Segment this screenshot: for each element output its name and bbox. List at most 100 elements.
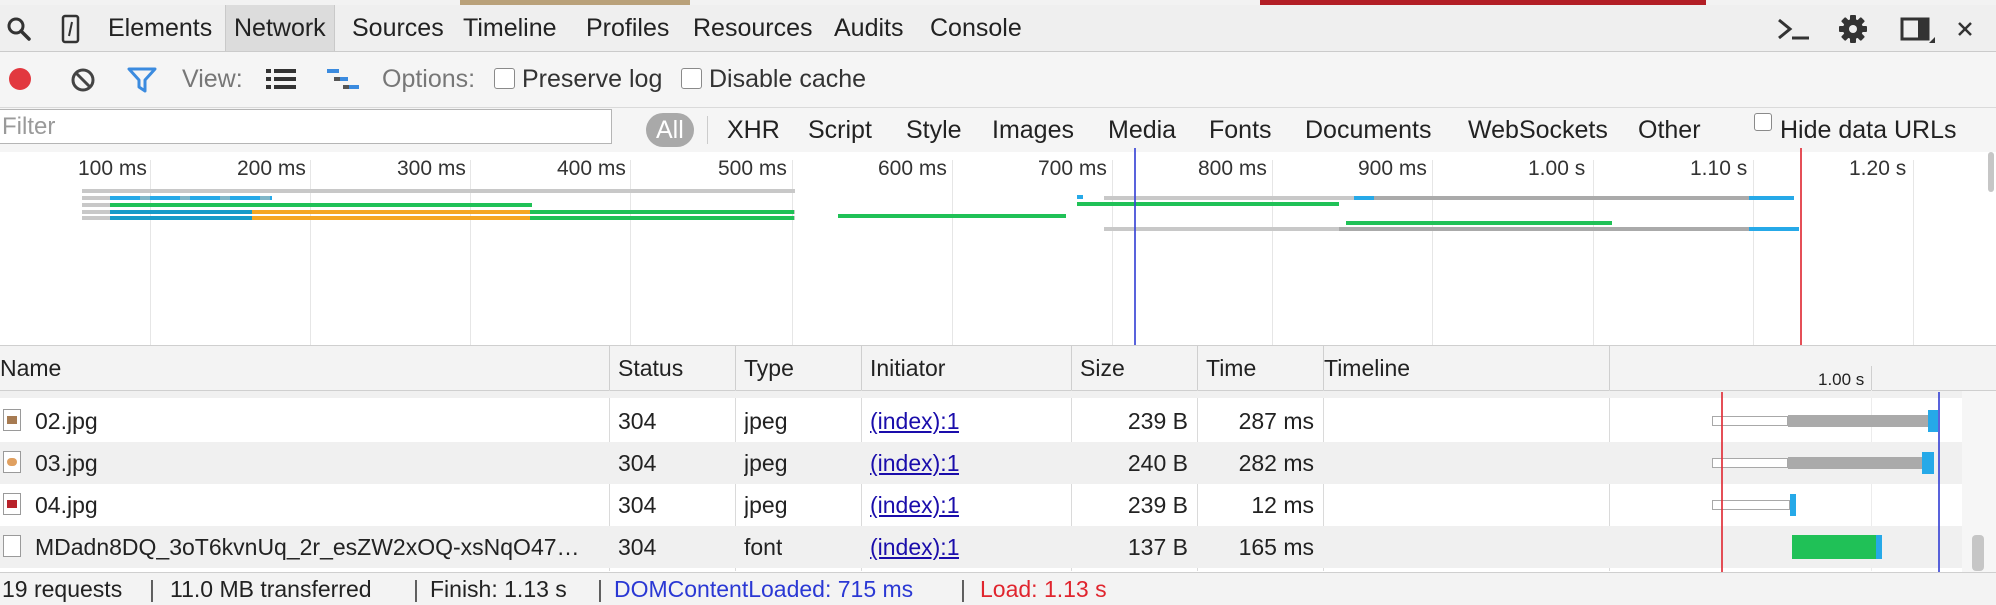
column-header-name[interactable]: Name [0,346,61,390]
filter-type-other[interactable]: Other [1638,108,1701,152]
overview-bar [110,203,532,207]
grid-line [310,160,311,345]
hide-data-urls-label[interactable]: Hide data URLs [1780,108,1956,152]
initiator-link[interactable]: (index):1 [870,408,959,434]
column-header-size[interactable]: Size [1080,346,1125,390]
filter-type-all[interactable]: All [646,113,694,147]
timeline-tick-label: 1.00 s [1818,370,1865,389]
column-divider [1609,346,1610,390]
device-mode-icon[interactable] [60,14,82,44]
disable-cache-checkbox[interactable] [681,68,702,89]
large-rows-icon[interactable] [266,68,296,90]
column-header-time[interactable]: Time [1206,346,1256,390]
tab-resources[interactable]: Resources [685,5,821,51]
dom-content-loaded-line [1938,392,1940,572]
record-icon[interactable] [8,67,32,91]
waterfall-bar [1712,416,1788,426]
filter-input[interactable] [0,109,612,144]
table-row[interactable]: 02.jpg 304 jpeg (index):1 239 B 287 ms [0,400,1996,442]
request-time: 12 ms [1251,492,1314,518]
hide-data-urls-checkbox[interactable] [1754,113,1772,131]
column-divider[interactable] [861,346,862,390]
column-header-timeline[interactable]: Timeline [1324,346,1410,390]
table-row[interactable]: 04.jpg 304 jpeg (index):1 239 B 12 ms [0,484,1996,526]
options-label: Options: [382,65,476,93]
table-scrollbar-thumb[interactable] [1972,535,1984,571]
finish-time: Finish: 1.13 s [430,576,567,602]
overview-bar [110,210,252,214]
filter-type-images[interactable]: Images [992,108,1074,152]
request-status: 304 [618,492,657,518]
filter-type-style[interactable]: Style [906,108,962,152]
gear-icon[interactable] [1838,14,1868,44]
load-event-line [1721,392,1723,572]
tab-audits[interactable]: Audits [826,5,911,51]
dom-content-loaded-time: DOMContentLoaded: 715 ms [614,576,914,602]
overview-scrollbar[interactable] [1988,152,1994,192]
request-status: 304 [618,450,657,476]
grid-line [792,160,793,345]
request-initiator[interactable]: (index):1 [870,400,959,442]
filter-type-websockets[interactable]: WebSockets [1468,108,1608,152]
waterfall-bar [1712,458,1788,468]
column-divider[interactable] [1071,346,1072,390]
network-overview[interactable]: 100 ms 200 ms 300 ms 400 ms 500 ms 600 m… [0,148,1996,346]
overview-bar [530,216,794,220]
request-initiator[interactable]: (index):1 [870,442,959,484]
request-size: 239 B [1127,492,1188,518]
waterfall-bar [1788,415,1928,427]
request-size: 137 B [1127,534,1188,560]
column-header-type[interactable]: Type [744,346,794,390]
request-name: MDadn8DQ_3oT6kvnUq_2r_esZW2xOQ-xsNqO47… [35,534,580,560]
column-header-status[interactable]: Status [618,346,683,390]
tab-sources[interactable]: Sources [344,5,452,51]
filter-type-media[interactable]: Media [1108,108,1176,152]
close-icon[interactable] [1956,20,1974,38]
overview-tick-label: 900 ms [1358,157,1427,180]
column-header-initiator[interactable]: Initiator [870,346,945,390]
dom-content-loaded-line [1134,148,1136,345]
overview-bar [82,189,795,193]
column-divider[interactable] [609,346,610,390]
console-drawer-icon[interactable] [1776,17,1812,41]
filter-type-xhr[interactable]: XHR [727,108,780,152]
disable-cache-label[interactable]: Disable cache [709,52,866,107]
overview-waterfall-icon[interactable] [327,68,359,92]
tab-console[interactable]: Console [922,5,1030,51]
column-divider[interactable] [735,346,736,390]
tab-network[interactable]: Network [225,5,335,51]
tab-elements[interactable]: Elements [100,5,220,51]
overview-tick-label: 200 ms [237,157,306,180]
overview-tick-label: 1.10 s [1690,157,1748,180]
inspect-icon[interactable] [6,16,32,42]
initiator-link[interactable]: (index):1 [870,450,959,476]
transferred-size: 11.0 MB transferred [170,576,372,602]
filter-icon[interactable] [127,66,157,94]
table-row[interactable]: MDadn8DQ_3oT6kvnUq_2r_esZW2xOQ-xsNqO47… … [0,526,1996,568]
view-label: View: [182,65,243,93]
filter-type-documents[interactable]: Documents [1305,108,1431,152]
grid-line [952,160,953,345]
overview-bar [110,196,272,200]
tab-profiles[interactable]: Profiles [578,5,677,51]
preserve-log-checkbox[interactable] [494,68,515,89]
request-initiator[interactable]: (index):1 [870,526,959,568]
grid-line [630,160,631,345]
filter-type-script[interactable]: Script [808,108,872,152]
filter-type-fonts[interactable]: Fonts [1209,108,1272,152]
preserve-log-label[interactable]: Preserve log [522,52,662,107]
column-divider[interactable] [1197,346,1198,390]
initiator-link[interactable]: (index):1 [870,534,959,560]
request-initiator[interactable]: (index):1 [870,484,959,526]
overview-tick-label: 400 ms [557,157,626,180]
clear-icon[interactable] [70,67,96,93]
network-summary-bar: 19 requests | 11.0 MB transferred | Fini… [0,572,1996,605]
grid-line [470,160,471,345]
dock-side-icon[interactable] [1900,16,1936,44]
file-icon [3,535,21,557]
tab-timeline[interactable]: Timeline [455,5,565,51]
initiator-link[interactable]: (index):1 [870,492,959,518]
table-row[interactable]: 03.jpg 304 jpeg (index):1 240 B 282 ms [0,442,1996,484]
grid-line [1593,160,1594,345]
overview-tick-label: 100 ms [78,157,147,180]
